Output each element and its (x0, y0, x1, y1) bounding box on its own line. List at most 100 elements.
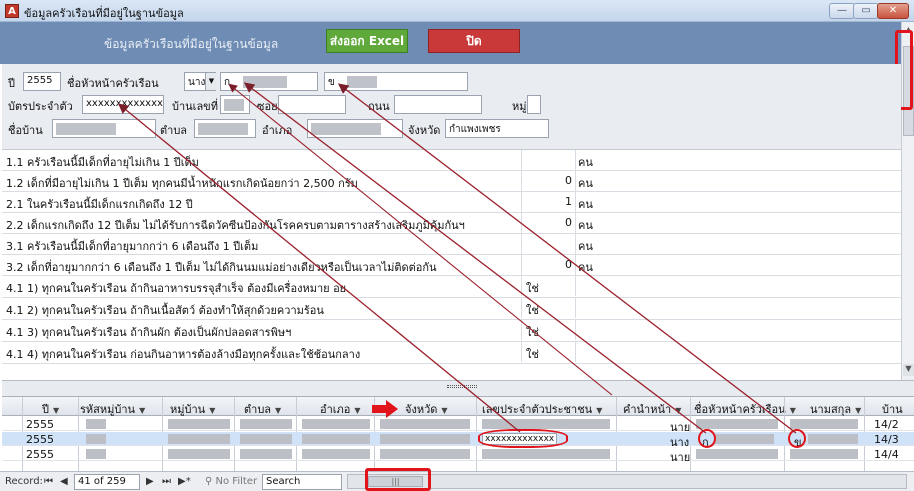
cell-house[interactable]: 14/3 (874, 433, 899, 446)
redacted-block (86, 449, 106, 459)
maximize-button[interactable]: ▭ (853, 3, 879, 19)
question-text: 2.2 เด็กแรกเกิดถึง 12 ปีเต็ม ไม่ได้รับกา… (6, 219, 465, 232)
divider (575, 298, 576, 318)
column-header-prefix[interactable]: คำนำหน้า ▼ (623, 400, 681, 418)
next-record-icon[interactable]: ▶ (146, 476, 154, 487)
divider (575, 150, 576, 170)
cell-year[interactable]: 2555 (26, 448, 54, 461)
minimize-button[interactable]: — (829, 3, 855, 19)
column-header-amphoe[interactable]: อำเภอ ▼ (320, 400, 361, 418)
redacted-block (808, 434, 858, 444)
province-label: จังหวัด (408, 124, 441, 137)
list-item: 4.1 4) ทุกคนในครัวเรือน ก่อนกินอาหารต้อง… (2, 342, 901, 364)
annotation-highlight-hscroll (365, 468, 431, 491)
redacted-block (696, 449, 778, 459)
column-header-head-name[interactable]: ชื่อหัวหน้าครัวเรือน ▼ (694, 400, 796, 418)
table-row[interactable]: 2555 นาย 14/2 (2, 417, 914, 434)
question-text: 1.1 ครัวเรือนนี้มีเด็กที่อายุไม่เกิน 1 ป… (6, 156, 199, 169)
answer-count[interactable]: 0 (522, 216, 572, 229)
indicator-list: 1.1 ครัวเรือนนี้มีเด็กที่อายุไม่เกิน 1 ป… (2, 150, 901, 380)
redacted-block (380, 434, 470, 444)
cell-year[interactable]: 2555 (26, 418, 54, 431)
column-header-village-code[interactable]: รหัสหมู่บ้าน ▼ (80, 400, 145, 418)
header-title: ข้อมูลครัวเรือนที่มีอยู่ในฐานข้อมูล (104, 37, 279, 51)
column-header-village[interactable]: หมู่บ้าน ▼ (170, 400, 215, 418)
redacted-block (243, 76, 287, 88)
tambon-field[interactable] (194, 119, 256, 138)
column-header-province[interactable]: จังหวัด ▼ (405, 400, 448, 418)
answer-yes[interactable]: ใช่ (526, 279, 539, 297)
divider (575, 234, 576, 254)
cell-house[interactable]: 14/2 (874, 418, 899, 431)
divider (521, 150, 522, 170)
close-window-button[interactable]: ✕ (877, 3, 909, 19)
road-field[interactable] (394, 95, 482, 114)
redacted-block (56, 123, 116, 135)
answer-count[interactable]: 0 (522, 174, 572, 187)
filter-status[interactable]: ⚲ No Filter (205, 476, 257, 487)
column-header-year[interactable]: ปี ▼ (42, 400, 59, 418)
question-text: 3.1 ครัวเรือนนี้มีเด็กที่อายุมากกว่า 6 เ… (6, 240, 259, 253)
cell-year[interactable]: 2555 (26, 433, 54, 446)
redacted-block (168, 434, 230, 444)
question-text: 4.1 1) ทุกคนในครัวเรือน ถ้ากินอาหารบรรจุ… (6, 282, 350, 295)
window-titlebar: A ข้อมูลครัวเรือนที่มีอยู่ในฐานข้อมูล — … (0, 0, 914, 22)
split-bar[interactable] (2, 380, 914, 396)
cell-prefix[interactable]: นาย (670, 448, 690, 466)
redacted-block (240, 434, 292, 444)
redacted-block (302, 419, 370, 429)
horizontal-scrollbar[interactable]: ||| (347, 474, 907, 489)
splitter-grip[interactable] (447, 385, 477, 388)
new-record-icon[interactable]: ▶* (178, 476, 191, 487)
year-field[interactable]: 2555 (23, 72, 61, 91)
cell-house[interactable]: 14/4 (874, 448, 899, 461)
unit-label: คน (578, 240, 593, 253)
answer-yes[interactable]: ใช่ (526, 323, 539, 341)
question-text: 3.2 เด็กที่อายุมากกว่า 6 เดือนถึง 1 ปีเต… (6, 261, 437, 274)
answer-count[interactable]: 0 (522, 258, 572, 271)
column-header-house[interactable]: บ้าน (882, 400, 903, 418)
table-row[interactable]: 2555 นาย 14/4 (2, 447, 914, 464)
last-record-icon[interactable]: ⏭ (162, 476, 171, 487)
answer-yes[interactable]: ใช่ (526, 301, 539, 319)
redacted-block (86, 419, 106, 429)
export-excel-button[interactable]: ส่งออก Excel (326, 29, 408, 53)
village-field[interactable] (52, 119, 156, 138)
table-row-selected[interactable]: 2555 xxxxxxxxxxxxx นาง ก ข 14/3 (2, 432, 914, 449)
redacted-block (790, 419, 858, 429)
search-box[interactable]: Search (262, 474, 342, 490)
amphoe-label: อำเภอ (262, 124, 293, 137)
last-name-field[interactable]: ข (324, 72, 468, 91)
list-item: 3.1 ครัวเรือนนี้มีเด็กที่อายุมากกว่า 6 เ… (2, 234, 901, 255)
house-no-field[interactable] (220, 95, 250, 114)
dropdown-arrow-icon[interactable]: ▼ (205, 73, 217, 90)
household-datasheet: ปี ▼ รหัสหมู่บ้าน ▼ หมู่บ้าน ▼ ตำบล ▼ อำเภอ ▼… (2, 396, 914, 472)
access-app-icon: A (5, 4, 19, 18)
id-card-field[interactable]: xxxxxxxxxxxxx (82, 95, 164, 114)
divider (521, 320, 522, 340)
divider (521, 234, 522, 254)
redacted-block (302, 449, 370, 459)
column-header-tambon[interactable]: ตำบล ▼ (244, 400, 281, 418)
close-form-button[interactable]: ปิด (428, 29, 520, 53)
answer-yes[interactable]: ใช่ (526, 345, 539, 363)
previous-record-icon[interactable]: ◀ (60, 476, 68, 487)
province-field[interactable]: กำแพงเพชร (445, 119, 549, 138)
scroll-down-icon[interactable]: ▼ (903, 364, 914, 376)
column-header-surname[interactable]: นามสกุล ▼ (810, 400, 861, 418)
column-header-citizen-id[interactable]: เลขประจำตัวประชาชน ▼ (482, 400, 602, 418)
moo-field[interactable] (527, 95, 541, 114)
divider (575, 171, 576, 191)
divider (575, 320, 576, 340)
answer-count[interactable]: 1 (522, 195, 572, 208)
soi-field[interactable] (278, 95, 346, 114)
first-name-field[interactable]: ก (220, 72, 318, 91)
list-item: 4.1 1) ทุกคนในครัวเรือน ถ้ากินอาหารบรรจุ… (2, 276, 901, 298)
filter-icon: ⚲ (205, 476, 213, 487)
current-record-field[interactable]: 41 of 259 (74, 474, 140, 490)
amphoe-field[interactable] (307, 119, 403, 138)
annotation-circle-surname (788, 429, 806, 448)
first-record-icon[interactable]: ⏮ (44, 476, 53, 487)
form-header: ข้อมูลครัวเรือนที่มีอยู่ในฐานข้อมูล ส่งอ… (0, 22, 901, 64)
divider (575, 276, 576, 296)
